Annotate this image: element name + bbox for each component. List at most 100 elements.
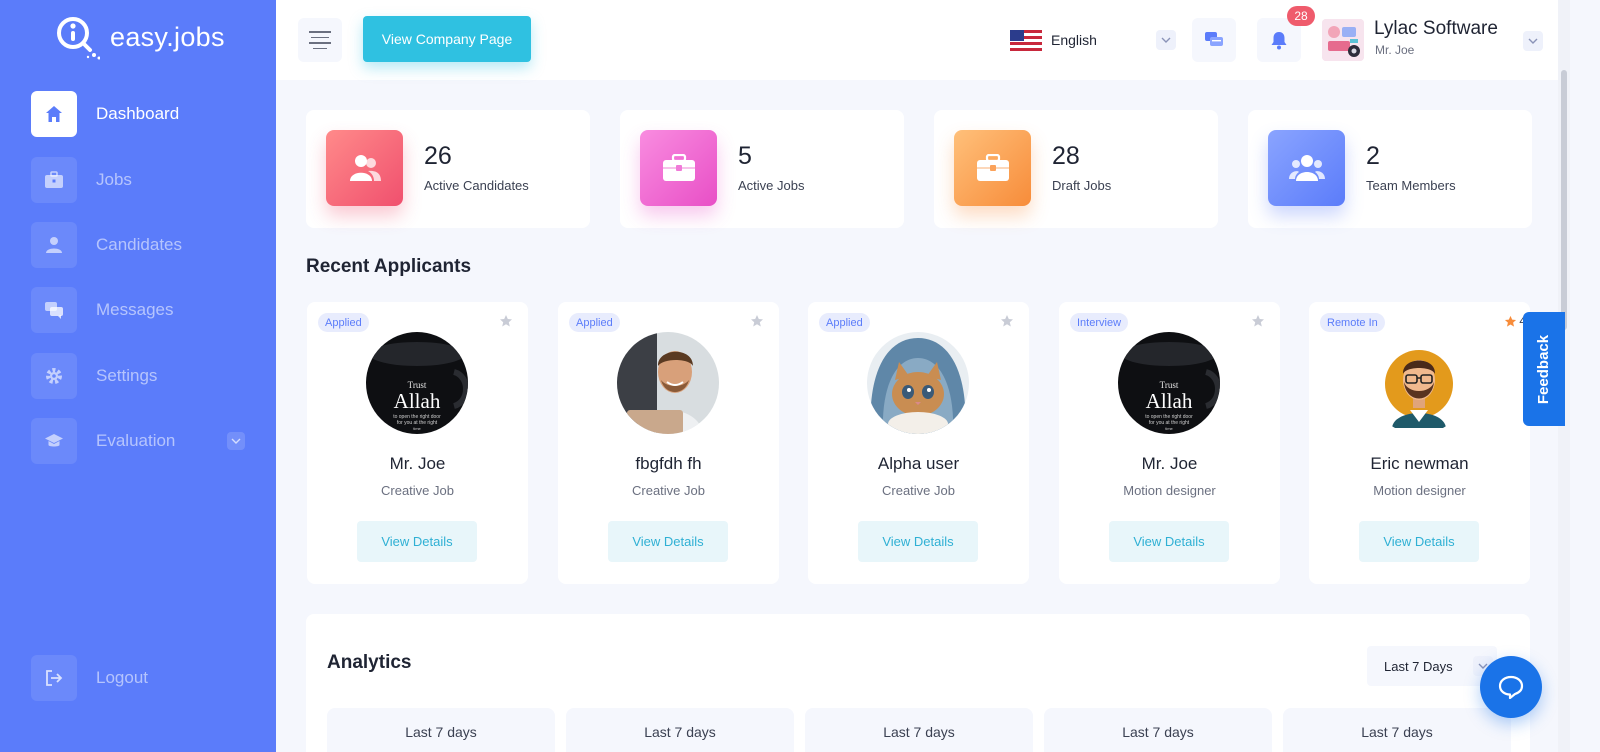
view-details-button[interactable]: View Details <box>608 521 728 562</box>
chevron-down-icon[interactable] <box>227 432 245 450</box>
logout-icon <box>31 655 77 701</box>
applicant-photo <box>1368 332 1470 434</box>
messages-button[interactable] <box>1192 18 1236 62</box>
sidebar-item-label: Settings <box>96 366 158 385</box>
applicant-role: Creative Job <box>632 483 705 498</box>
company-avatar[interactable] <box>1322 19 1364 61</box>
applicant-role: Creative Job <box>882 483 955 498</box>
support-chat-button[interactable] <box>1480 656 1542 718</box>
applicant-role: Motion designer <box>1373 483 1466 498</box>
feedback-tab[interactable]: Feedback <box>1523 312 1565 426</box>
gear-icon <box>31 353 77 399</box>
graduation-cap-icon <box>31 418 77 464</box>
applicant-card[interactable]: Applied Alpha user Creative Job View Det… <box>808 302 1029 584</box>
users-icon <box>326 130 403 206</box>
scrollbar-thumb[interactable] <box>1561 70 1567 330</box>
view-details-button[interactable]: View Details <box>858 521 978 562</box>
analytics-panel: Analytics Last 7 Days Last 7 days Last 7… <box>306 614 1530 752</box>
recent-applicants-title: Recent Applicants <box>306 256 472 277</box>
chevron-down-icon[interactable] <box>1156 30 1176 50</box>
brand-name: easy.jobs <box>110 21 225 52</box>
status-badge: Applied <box>569 313 620 332</box>
company-name[interactable]: Lylac Software <box>1374 18 1498 40</box>
stat-card-active-jobs[interactable]: 5 Active Jobs <box>620 110 904 228</box>
sidebar-item-label: Jobs <box>96 170 132 189</box>
star-icon[interactable] <box>750 314 764 328</box>
analytics-card: Last 7 days <box>1044 708 1272 752</box>
analytics-card: Last 7 days <box>1283 708 1511 752</box>
sidebar-item-dashboard[interactable]: Dashboard <box>31 91 251 137</box>
applicant-name: Mr. Joe <box>1141 454 1198 473</box>
sidebar-item-candidates[interactable]: Candidates <box>31 222 251 268</box>
applicant-card[interactable]: Applied Trust Allah to open the right do… <box>307 302 528 584</box>
stat-value: 2 <box>1366 142 1380 170</box>
applicant-name: Alpha user <box>877 454 960 473</box>
stat-value: 28 <box>1052 142 1080 170</box>
bell-icon <box>1271 32 1287 50</box>
analytics-card: Last 7 days <box>805 708 1033 752</box>
user-icon <box>31 222 77 268</box>
stat-label: Active Jobs <box>738 178 805 193</box>
photo-text: time <box>1165 426 1173 431</box>
menu-toggle-button[interactable] <box>298 18 342 62</box>
analytics-card: Last 7 days <box>327 708 555 752</box>
applicant-name: Mr. Joe <box>389 454 446 473</box>
applicant-photo <box>617 332 719 434</box>
applicant-photo: Trust Allah to open the right door for y… <box>366 332 468 434</box>
chevron-down-icon[interactable] <box>1523 31 1543 51</box>
sidebar-item-settings[interactable]: Settings <box>31 353 251 399</box>
analytics-title: Analytics <box>327 652 412 673</box>
view-company-page-button[interactable]: View Company Page <box>363 16 531 62</box>
status-badge: Remote In <box>1320 313 1385 332</box>
star-icon[interactable] <box>499 314 513 328</box>
stat-card-active-candidates[interactable]: 26 Active Candidates <box>306 110 590 228</box>
view-details-button[interactable]: View Details <box>357 521 477 562</box>
briefcase-icon <box>31 157 77 203</box>
top-header: View Company Page English 28 Lylac Softw… <box>276 0 1566 80</box>
sidebar: easy.jobs Dashboard Jobs Candidates Mess… <box>0 0 276 752</box>
view-details-button[interactable]: View Details <box>1109 521 1229 562</box>
status-badge: Applied <box>819 313 870 332</box>
us-flag-icon <box>1010 29 1042 51</box>
stat-label: Team Members <box>1366 178 1456 193</box>
language-label: English <box>1051 32 1097 48</box>
analytics-card: Last 7 days <box>566 708 794 752</box>
stat-label: Draft Jobs <box>1052 178 1112 193</box>
sidebar-item-label: Evaluation <box>96 431 176 450</box>
stat-card-draft-jobs[interactable]: 28 Draft Jobs <box>934 110 1218 228</box>
star-icon[interactable] <box>1251 314 1265 328</box>
stat-value: 26 <box>424 142 452 170</box>
stat-label: Active Candidates <box>424 178 529 193</box>
status-badge: Applied <box>318 313 369 332</box>
photo-text: Allah <box>1146 389 1193 413</box>
sidebar-item-messages[interactable]: Messages <box>31 287 251 333</box>
language-selector[interactable]: English <box>1010 20 1176 60</box>
applicant-card[interactable]: Remote In 4 Eric newman Motion designer … <box>1309 302 1530 584</box>
star-icon[interactable] <box>1000 314 1014 328</box>
stat-card-team-members[interactable]: 2 Team Members <box>1248 110 1532 228</box>
view-details-button[interactable]: View Details <box>1359 521 1479 562</box>
analytics-range-select[interactable]: Last 7 Days <box>1367 646 1497 686</box>
easyjobs-logo-icon <box>54 14 101 60</box>
applicant-card[interactable]: Applied fbgfdh fh Creative Job View Deta… <box>558 302 779 584</box>
range-label: Last 7 Days <box>1384 658 1453 674</box>
sidebar-item-label: Candidates <box>96 235 183 254</box>
applicant-card[interactable]: Interview Trust Allah to open the right … <box>1059 302 1280 584</box>
chat-icon <box>1205 32 1223 46</box>
feedback-label: Feedback <box>1535 334 1553 404</box>
photo-text: Allah <box>394 389 441 413</box>
sidebar-item-jobs[interactable]: Jobs <box>31 157 251 203</box>
briefcase-icon <box>954 130 1031 206</box>
photo-text: time <box>413 426 421 431</box>
applicant-photo <box>867 332 969 434</box>
chat-bubble-icon <box>1498 675 1524 699</box>
logout-button[interactable]: Logout <box>31 655 251 701</box>
stat-value: 5 <box>738 142 752 170</box>
brand-logo[interactable]: easy.jobs <box>54 14 225 60</box>
sidebar-item-evaluation[interactable]: Evaluation <box>31 418 251 464</box>
star-icon <box>1505 315 1517 327</box>
applicant-role: Motion designer <box>1123 483 1216 498</box>
briefcase-icon <box>640 130 717 206</box>
notification-count-badge: 28 <box>1287 6 1315 26</box>
status-badge: Interview <box>1070 313 1129 332</box>
